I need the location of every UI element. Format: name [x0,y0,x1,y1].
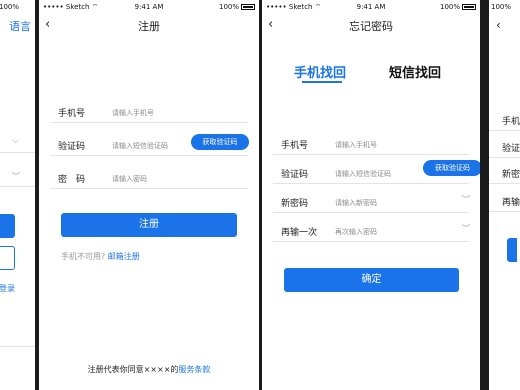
chevron-down-icon[interactable]: ⌵ [12,136,19,146]
divider [0,152,35,153]
status-battery: 100% [219,3,255,11]
active-tab-indicator [302,81,342,83]
battery-icon [241,4,255,10]
status-battery: 100% [0,3,20,11]
navbar: ‹ 忘记密码 [262,14,480,38]
get-code-button[interactable]: 获取验证码 [423,160,480,176]
password-input[interactable]: 请输入密码 [112,174,147,184]
tab-sms-recovery[interactable]: 短信找回 [389,62,441,81]
eye-closed-icon[interactable]: ︶ [462,194,470,205]
page-title: 注册 [138,20,160,33]
alt-prompt: 手机不可用? [61,252,106,261]
code-input[interactable]: 请输入短信验证码 [335,169,391,179]
password-label: 密 码 [58,175,86,185]
language-button[interactable]: 语言 [9,18,31,34]
new-password-field-partial[interactable]: 新密 [489,162,520,184]
phone-input[interactable]: 请输入手机号 [335,140,377,150]
new-password-label: 新密 [502,170,520,180]
page-title: 忘记密码 [349,20,393,33]
confirm-button[interactable]: 确定 [284,268,459,292]
new-password-field[interactable]: 新密码 请输入新密码 ︶ [273,191,470,213]
new-password-label: 新密码 [281,199,309,209]
phone-label: 手机号 [281,141,309,151]
status-battery: 100% [440,3,476,11]
terms-link[interactable]: 服务条款 [178,365,210,374]
battery-icon [462,4,476,10]
code-field-partial[interactable]: 验证码 [489,136,520,158]
eye-closed-icon[interactable]: ︶ [462,223,470,234]
chevron-left-icon[interactable]: ‹ [496,18,501,32]
divider [0,186,35,187]
phone-input[interactable]: 请输入手机号 [112,108,154,118]
password-field[interactable]: 密 码 请输入密码 [50,167,248,189]
new-password-input[interactable]: 请输入新密码 [335,198,377,208]
divider [0,346,35,347]
code-field[interactable]: 验证码 请输入短信验证码 获取验证码 [50,134,249,156]
alt-register: 手机不可用? 邮箱注册 [61,251,140,262]
register-button[interactable]: 注册 [61,213,237,237]
phone-field[interactable]: 手机号 请输入手机号 [50,101,248,123]
get-code-button[interactable]: 获取验证码 [191,134,249,150]
terms-prefix: 注册代表你同意××××的 [87,365,179,374]
phone-label: 手机号 [58,109,86,119]
register-screen: ••••• Sketch ⌔ 9:41 AM 100% ‹ 注册 手机号 请输入… [39,0,259,390]
phone-label: 手机号 [502,117,520,127]
terms-notice: 注册代表你同意××××的服务条款 [39,364,259,375]
code-input[interactable]: 请输入短信验证码 [112,141,168,151]
code-label: 验证码 [502,144,520,154]
status-bar: ••••• Sketch ⌔ 9:41 AM 100% [39,0,259,14]
primary-button-partial[interactable] [0,214,15,238]
forgot-password-screen: ••••• Sketch ⌔ 9:41 AM 100% ‹ 忘记密码 手机找回 … [262,0,480,390]
login-link-partial[interactable]: 登录 [0,283,15,294]
confirm-password-label: 再输 [502,198,520,208]
phone-field-partial[interactable]: 手机号 [489,109,520,131]
screen-partial-right: 100% ‹ 手机号 验证码 新密 再输 [489,0,520,390]
eye-closed-icon[interactable]: ︶ [12,171,20,182]
navbar: ‹ 注册 [39,14,259,38]
phone-field[interactable]: 手机号 请输入手机号 [273,133,469,155]
primary-button-partial[interactable] [507,238,517,262]
email-register-link[interactable]: 邮箱注册 [108,252,140,261]
confirm-password-input[interactable]: 再次输入密码 [335,227,377,237]
confirm-password-field-partial[interactable]: 再输 [489,190,520,212]
status-bar: ••••• Sketch ⌔ 9:41 AM 100% [262,0,480,14]
screen-partial-left: 100% 语言 ⌵ ︶ 登录 [0,0,35,390]
secondary-button-partial[interactable] [0,246,15,270]
code-label: 验证码 [281,170,309,180]
confirm-password-field[interactable]: 再输一次 再次输入密码 ︶ [273,220,470,242]
confirm-password-label: 再输一次 [281,228,318,238]
code-label: 验证码 [58,142,86,152]
tab-phone-recovery[interactable]: 手机找回 [294,62,346,81]
code-field[interactable]: 验证码 请输入短信验证码 获取验证码 [273,160,480,184]
status-battery: 100% [491,3,512,11]
